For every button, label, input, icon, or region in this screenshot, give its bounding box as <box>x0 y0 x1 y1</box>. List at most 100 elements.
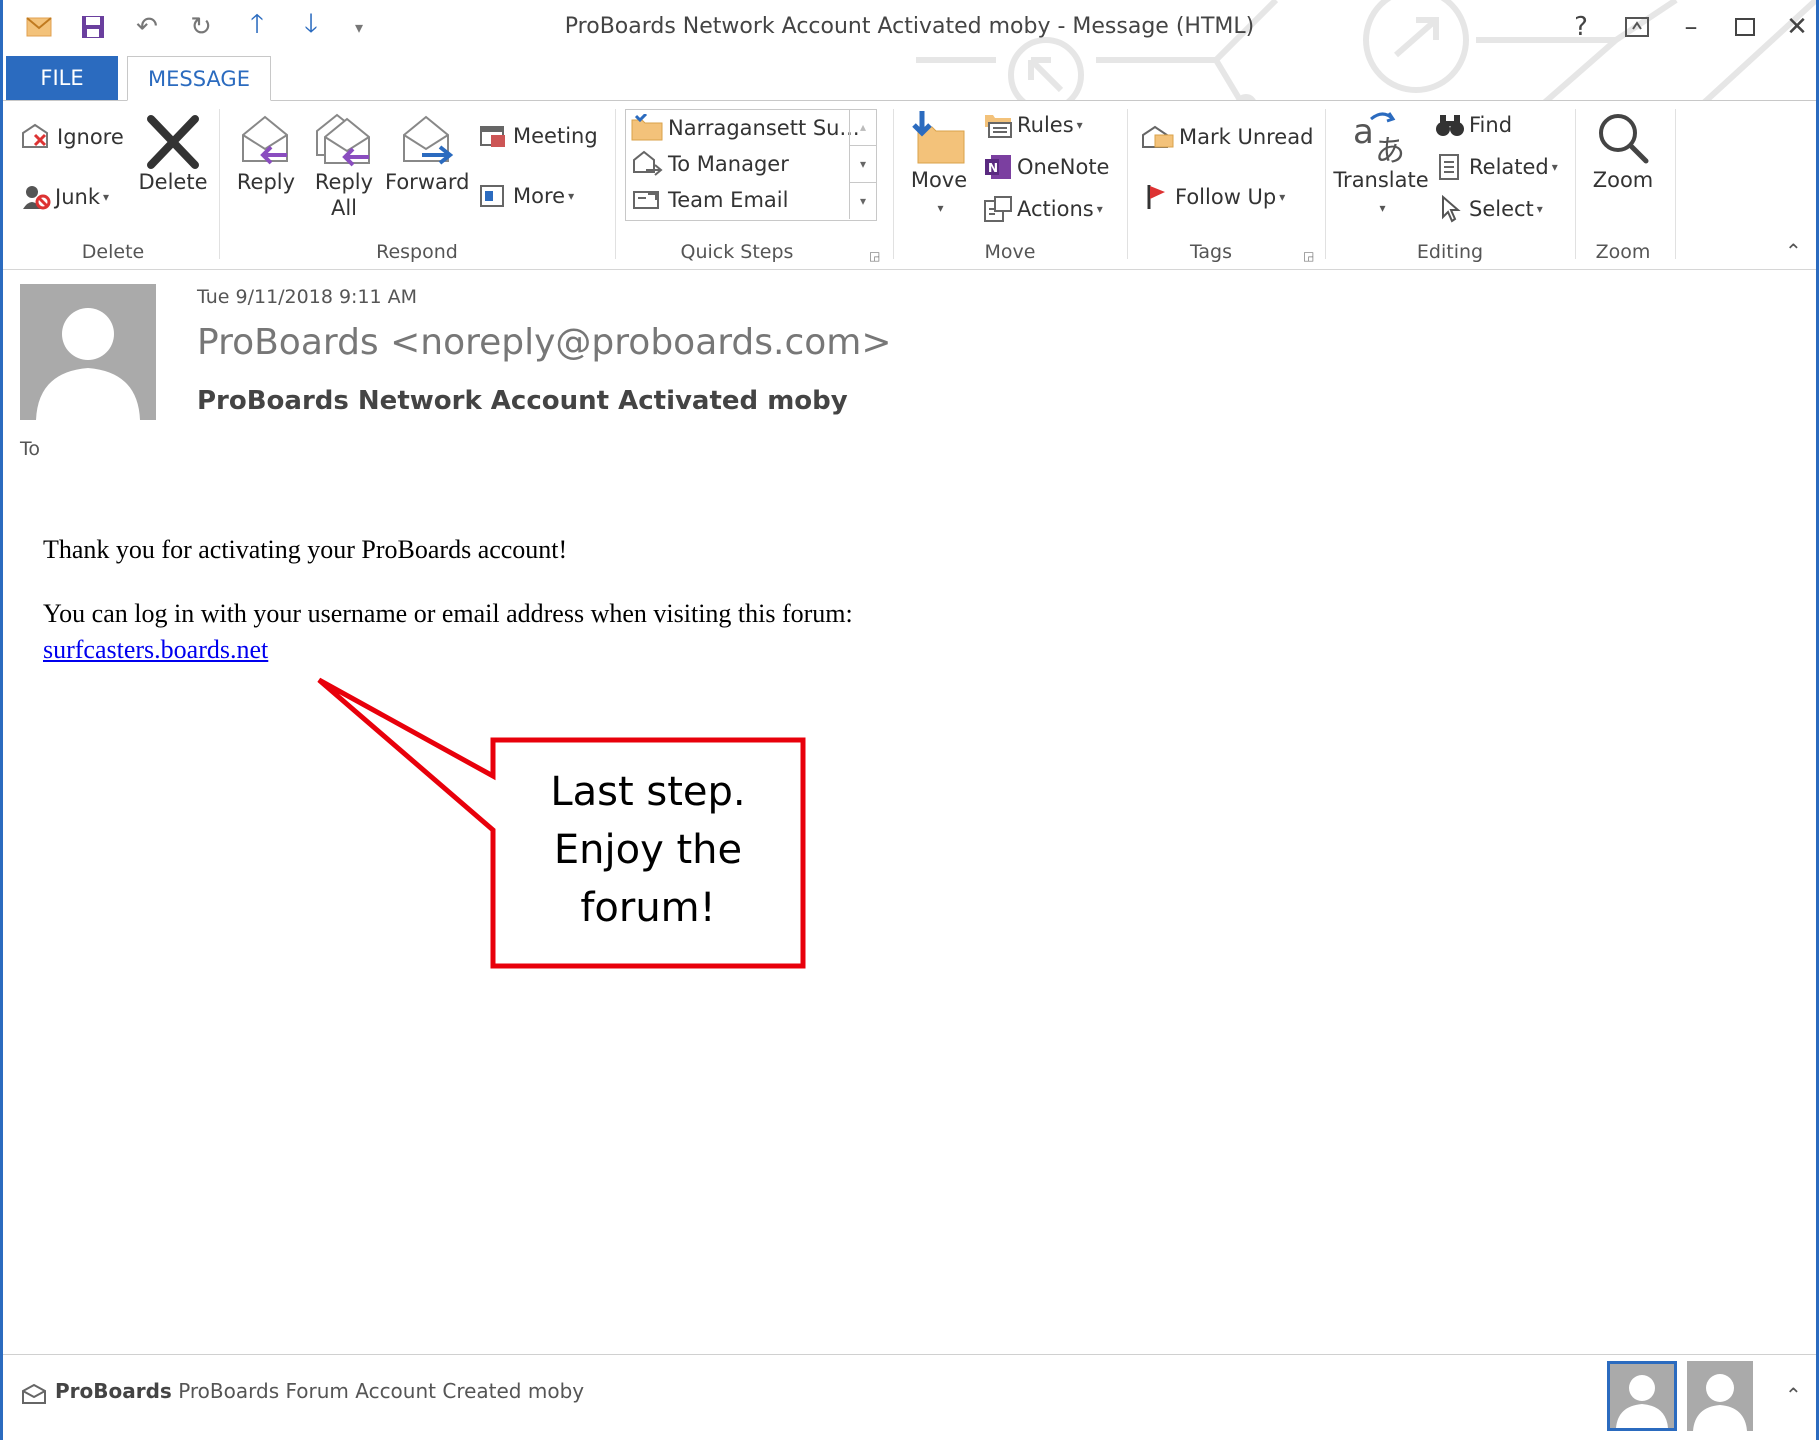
delete-button[interactable]: Delete <box>135 115 211 195</box>
forward-button[interactable]: Forward <box>385 111 469 195</box>
tags-group-label: Tags <box>1189 241 1233 263</box>
scroll-down-icon[interactable]: ▾ <box>850 146 876 183</box>
respond-group-label: Respond <box>376 241 458 263</box>
follow-up-button[interactable]: Follow Up ▾ <box>1143 183 1285 211</box>
person-avatar[interactable] <box>1687 1361 1753 1431</box>
quick-step-item[interactable]: Narragansett Su... <box>630 114 860 142</box>
find-button[interactable]: Find <box>1435 111 1512 139</box>
ignore-icon <box>22 123 48 148</box>
ribbon-tabs: FILE MESSAGE <box>3 56 1816 101</box>
rules-button[interactable]: Rules ▾ <box>983 111 1083 139</box>
meeting-button[interactable]: Meeting <box>479 123 598 149</box>
folder-icon <box>631 114 663 141</box>
select-button[interactable]: Select ▾ <box>1435 195 1543 223</box>
reply-all-button[interactable]: Reply All <box>309 111 379 221</box>
move-button[interactable]: Move ▾ <box>903 109 975 217</box>
actions-label: Actions <box>1017 197 1094 221</box>
quick-steps-scroll[interactable]: ▴ ▾ ▾ <box>849 109 876 219</box>
to-label: To <box>20 438 41 460</box>
person-avatar[interactable] <box>1607 1361 1677 1431</box>
move-label: Move <box>910 168 968 192</box>
ribbon-display-options-button[interactable] <box>1615 8 1659 46</box>
minimize-button[interactable]: – <box>1669 8 1713 46</box>
body-paragraph: Thank you for activating your ProBoards … <box>43 535 568 564</box>
editing-group-label: Editing <box>1416 241 1484 263</box>
chevron-down-icon: ▾ <box>937 201 944 215</box>
group-separator <box>219 109 220 259</box>
junk-label: Junk <box>55 185 100 209</box>
scroll-up-icon[interactable]: ▴ <box>850 109 876 146</box>
move-folder-icon <box>912 111 965 164</box>
rules-icon <box>985 115 1012 138</box>
follow-up-label: Follow Up <box>1175 185 1277 209</box>
message-header: Tue 9/11/2018 9:11 AM ProBoards <noreply… <box>3 270 1816 460</box>
quick-step-label: Narragansett Su... <box>668 116 860 140</box>
forum-link[interactable]: surfcasters.boards.net <box>43 635 268 664</box>
chevron-down-icon: ▾ <box>1379 201 1386 215</box>
ignore-button[interactable]: Ignore <box>21 123 124 151</box>
tab-message[interactable]: MESSAGE <box>127 56 271 101</box>
chevron-down-icon: ▾ <box>1096 202 1103 216</box>
cursor-icon <box>1442 195 1461 223</box>
chevron-down-icon: ▾ <box>1551 160 1558 174</box>
actions-button[interactable]: Actions ▾ <box>983 195 1103 223</box>
quick-step-item[interactable]: To Manager <box>630 150 789 178</box>
more-respond-button[interactable]: More ▾ <box>479 183 574 209</box>
related-button[interactable]: Related ▾ <box>1435 153 1558 181</box>
to-manager-icon <box>633 150 663 176</box>
quick-step-label: Team Email <box>668 188 789 212</box>
help-button[interactable]: ? <box>1559 8 1603 46</box>
chevron-down-icon: ▾ <box>1279 190 1286 204</box>
flag-icon <box>1147 185 1165 209</box>
group-separator <box>1575 109 1576 259</box>
junk-icon <box>23 186 51 210</box>
message-subject: ProBoards Network Account Activated moby <box>197 386 848 416</box>
mark-unread-icon <box>1142 125 1174 148</box>
people-pane: ProBoards ProBoards Forum Account Create… <box>3 1354 1816 1440</box>
meeting-icon <box>480 126 505 147</box>
magnifier-icon <box>1599 114 1649 164</box>
ribbon: Ignore Junk ▾ Delete Delete Reply Reply A… <box>3 101 1816 270</box>
quick-step-label: To Manager <box>668 152 789 176</box>
group-separator <box>893 109 894 259</box>
quick-step-item[interactable]: Team Email <box>630 186 788 214</box>
zoom-button[interactable]: Zoom <box>1583 109 1663 193</box>
mark-unread-button[interactable]: Mark Unread <box>1141 123 1313 151</box>
related-icon <box>1439 154 1459 180</box>
mark-unread-label: Mark Unread <box>1179 125 1314 149</box>
reply-button[interactable]: Reply <box>233 111 299 195</box>
chevron-down-icon: ▾ <box>1536 202 1543 216</box>
sender-avatar <box>20 284 156 420</box>
maximize-button[interactable] <box>1723 8 1767 46</box>
message-body: Thank you for activating your ProBoards … <box>43 535 853 665</box>
related-item-subject: ProBoards Forum Account Created moby <box>178 1379 585 1403</box>
translate-label: Translate <box>1333 168 1429 192</box>
quick-steps-launcher-icon[interactable]: ◲ <box>869 249 880 263</box>
expand-people-pane-icon[interactable]: ⌃ <box>1785 1383 1802 1407</box>
close-button[interactable]: ✕ <box>1775 8 1816 46</box>
message-date: Tue 9/11/2018 9:11 AM <box>197 286 418 308</box>
title-bar: ↶ ↻ 🡑 🡓 ▾ ProBoards Network Account Acti… <box>3 0 1816 110</box>
tab-file[interactable]: FILE <box>6 56 118 100</box>
find-label: Find <box>1469 113 1513 137</box>
forward-icon <box>403 115 454 165</box>
expand-gallery-icon[interactable]: ▾ <box>850 183 876 219</box>
team-email-icon <box>633 191 659 209</box>
junk-button[interactable]: Junk ▾ <box>21 183 109 211</box>
translate-button[interactable]: aあ Translate ▾ <box>1331 109 1431 217</box>
delete-label: Delete <box>138 170 208 194</box>
collapse-ribbon-icon[interactable]: ⌃ <box>1785 239 1802 263</box>
tags-launcher-icon[interactable]: ◲ <box>1303 249 1314 263</box>
outlook-message-window: ↶ ↻ 🡑 🡓 ▾ ProBoards Network Account Acti… <box>0 0 1819 1440</box>
reply-all-label-2: All <box>330 196 358 220</box>
message-sender[interactable]: ProBoards <noreply@proboards.com> <box>197 322 892 363</box>
chevron-down-icon: ▾ <box>568 189 575 203</box>
ignore-label: Ignore <box>57 125 124 149</box>
svg-text:あ: あ <box>1375 134 1405 167</box>
onenote-button[interactable]: N OneNote <box>983 153 1109 181</box>
reply-icon <box>242 115 288 165</box>
related-item[interactable]: ProBoards ProBoards Forum Account Create… <box>55 1379 584 1403</box>
quick-steps-group-label: Quick Steps <box>680 241 794 263</box>
forward-label: Forward <box>385 170 470 194</box>
actions-icon <box>984 196 1012 222</box>
